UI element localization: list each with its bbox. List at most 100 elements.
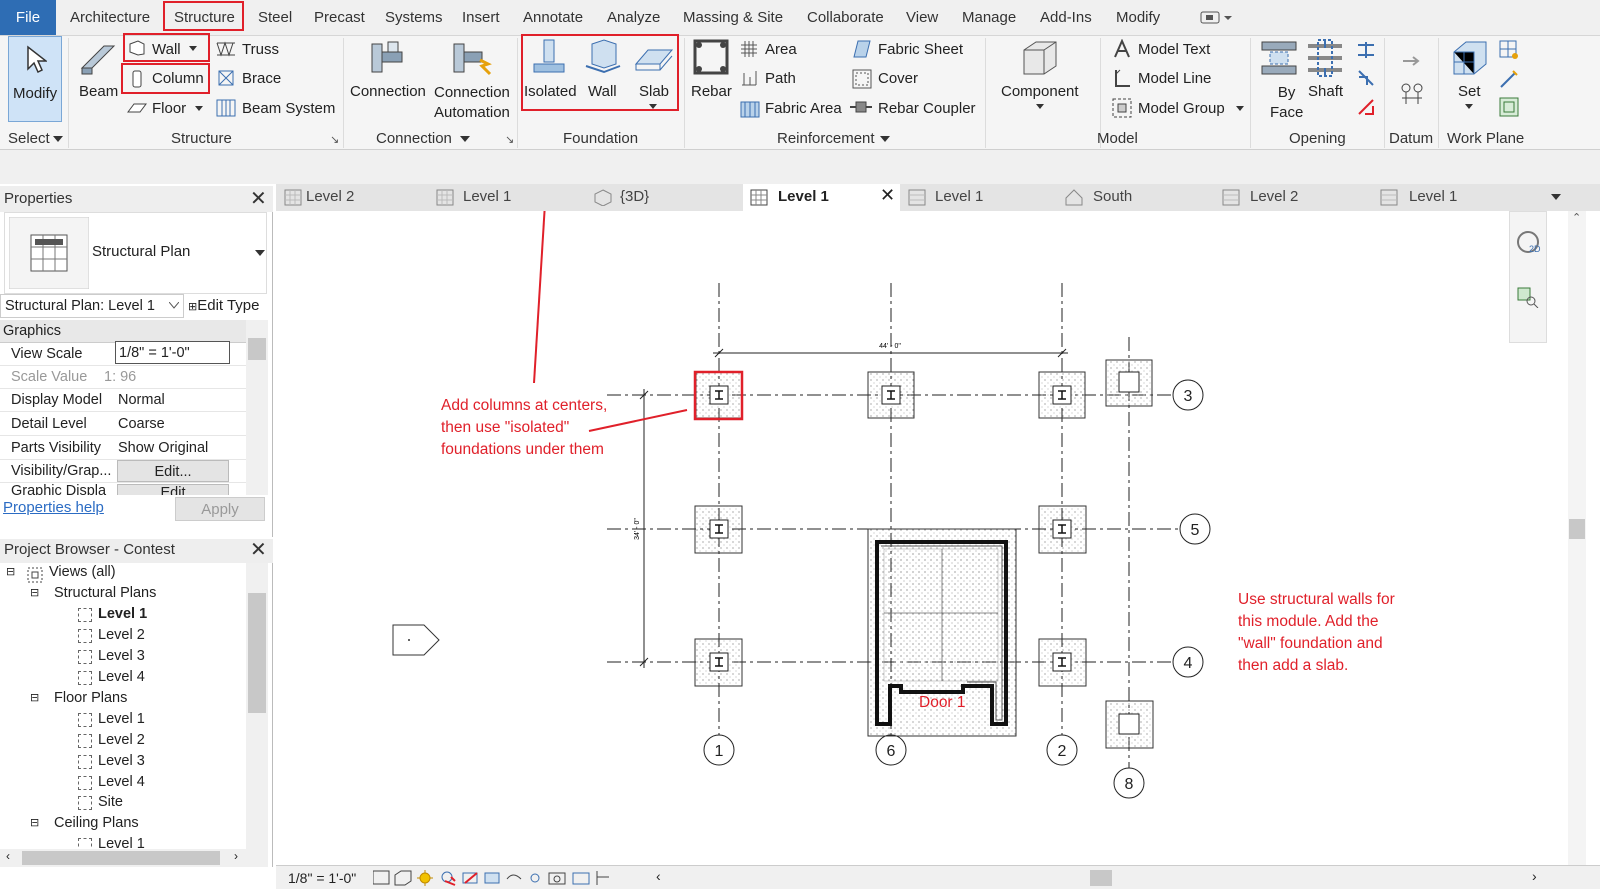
apply-button[interactable]: Apply	[175, 497, 265, 521]
graphic-display-edit-button[interactable]: Edit	[117, 484, 229, 495]
chevron-down-icon[interactable]	[1551, 193, 1561, 201]
view-control-icons[interactable]	[373, 869, 635, 887]
tab-level-1[interactable]: Level 1	[935, 188, 983, 205]
browser-hscrollbar[interactable]: ‹ ›	[0, 849, 268, 867]
menu-modify[interactable]: Modify	[1116, 9, 1160, 26]
tree-floor-level-3[interactable]: Level 3	[98, 753, 145, 769]
menu-collaborate[interactable]: Collaborate	[807, 9, 884, 26]
shaft-button[interactable]: Shaft	[1308, 83, 1343, 100]
cover-button[interactable]: Cover	[878, 70, 918, 87]
elevation-marker[interactable]	[392, 624, 440, 656]
canvas-vscrollbar[interactable]: ⌃	[1568, 211, 1586, 865]
close-icon[interactable]: ✕	[250, 186, 267, 211]
tab-south[interactable]: South	[1093, 188, 1132, 205]
model-group-button[interactable]: Model Group	[1138, 100, 1225, 117]
brace-button[interactable]: Brace	[242, 70, 281, 87]
rebar-coupler-button[interactable]: Rebar Coupler	[878, 100, 976, 117]
edit-type-button[interactable]: ⊞Edit Type	[188, 297, 259, 314]
properties-help-link[interactable]: Properties help	[3, 499, 104, 516]
truss-button[interactable]: Truss	[242, 41, 279, 58]
path-button[interactable]: Path	[765, 70, 796, 87]
tab-level-1[interactable]: Level 1	[463, 188, 511, 205]
chevron-down-icon[interactable]	[195, 106, 203, 112]
tree-floor-plans[interactable]: Floor Plans	[54, 690, 127, 706]
floor-button[interactable]: Floor	[152, 100, 186, 117]
tab-level-1[interactable]: Level 1	[1409, 188, 1457, 205]
set-button[interactable]: Set	[1458, 83, 1481, 100]
drawing-canvas[interactable]: 1 6 2 8 3 5 4 44' - 0" 34' - 0" Add colu…	[276, 211, 1586, 865]
chevron-down-icon[interactable]	[880, 135, 890, 143]
connection-automation-button[interactable]: Connection Automation	[434, 83, 510, 123]
menu-insert[interactable]: Insert	[462, 9, 500, 26]
tab-level-2[interactable]: Level 2	[306, 188, 354, 205]
by-face-button[interactable]: By Face	[1270, 83, 1303, 123]
modify-button[interactable]: Modify	[8, 36, 62, 122]
property-row[interactable]: Detail Level Coarse	[0, 413, 246, 436]
rebar-button[interactable]: Rebar	[691, 83, 732, 100]
menu-manage[interactable]: Manage	[962, 9, 1016, 26]
menu-add-ins[interactable]: Add-Ins	[1040, 9, 1092, 26]
tree-floor-level-2[interactable]: Level 2	[98, 732, 145, 748]
canvas-hscroll-thumb[interactable]	[1090, 870, 1112, 886]
tree-structural-level-3[interactable]: Level 3	[98, 648, 145, 664]
tree-structural-level-2[interactable]: Level 2	[98, 627, 145, 643]
file-tab[interactable]: File	[0, 0, 56, 35]
area-button[interactable]: Area	[765, 41, 797, 58]
instance-selector[interactable]: Structural Plan: Level 1	[0, 294, 184, 318]
view-toggle-icon[interactable]	[1200, 11, 1234, 25]
menu-systems[interactable]: Systems	[385, 9, 443, 26]
tree-floor-site[interactable]: Site	[98, 794, 123, 810]
connection-panel-label[interactable]: Connection	[376, 130, 452, 147]
panel-launcher-icon[interactable]: ↘	[330, 133, 339, 146]
view-scale-field[interactable]: 1/8" = 1'-0"	[115, 341, 230, 364]
chevron-down-icon[interactable]	[1036, 104, 1044, 110]
property-row[interactable]: Parts Visibility Show Original	[0, 437, 246, 460]
tree-ceiling-plans[interactable]: Ceiling Plans	[54, 815, 139, 831]
tree-structural-plans[interactable]: Structural Plans	[54, 585, 156, 601]
model-line-button[interactable]: Model Line	[1138, 70, 1211, 87]
tab-3d[interactable]: {3D}	[620, 188, 649, 205]
menu-annotate[interactable]: Annotate	[523, 9, 583, 26]
tree-structural-level-4[interactable]: Level 4	[98, 669, 145, 685]
chevron-down-icon[interactable]	[460, 135, 470, 143]
chevron-down-icon[interactable]	[1465, 104, 1473, 110]
scroll-left-icon[interactable]: ‹	[656, 868, 661, 884]
close-icon[interactable]: ✕	[250, 537, 267, 562]
chevron-down-icon[interactable]	[255, 249, 265, 257]
tree-structural-level-1[interactable]: Level 1	[98, 606, 147, 622]
graphics-section[interactable]: Graphics	[0, 320, 246, 343]
model-text-button[interactable]: Model Text	[1138, 41, 1210, 58]
browser-scrollbar[interactable]	[246, 563, 268, 849]
menu-precast[interactable]: Precast	[314, 9, 365, 26]
visibility-edit-button[interactable]: Edit...	[117, 460, 229, 482]
tree-floor-level-1[interactable]: Level 1	[98, 711, 145, 727]
tab-level-2[interactable]: Level 2	[1250, 188, 1298, 205]
menu-view[interactable]: View	[906, 9, 938, 26]
panel-launcher-icon[interactable]: ↘	[505, 133, 514, 146]
property-row[interactable]: Display Model Normal	[0, 389, 246, 412]
scroll-right-icon[interactable]: ›	[1532, 868, 1537, 884]
tree-floor-level-4[interactable]: Level 4	[98, 774, 145, 790]
reinforcement-panel-label[interactable]: Reinforcement	[777, 130, 875, 147]
menu-massing-site[interactable]: Massing & Site	[683, 9, 783, 26]
beam-button[interactable]: Beam	[79, 83, 118, 100]
close-icon[interactable]: ✕	[880, 185, 895, 206]
properties-scrollbar[interactable]	[246, 320, 268, 495]
zoom-icon[interactable]	[1516, 286, 1540, 308]
beam-system-button[interactable]: Beam System	[242, 100, 335, 117]
type-selector[interactable]: Structural Plan	[4, 212, 267, 294]
chevron-down-icon[interactable]	[1236, 106, 1244, 112]
fabric-area-button[interactable]: Fabric Area	[765, 100, 842, 117]
select-panel-label[interactable]: Select	[8, 130, 50, 147]
tree-views-all[interactable]: Views (all)	[49, 564, 116, 580]
chevron-down-icon[interactable]	[169, 302, 179, 310]
menu-steel[interactable]: Steel	[258, 9, 292, 26]
connection-button[interactable]: Connection	[350, 83, 426, 100]
steering-wheel-icon[interactable]: 2D	[1514, 230, 1542, 260]
component-button[interactable]: Component	[1001, 83, 1079, 100]
fabric-sheet-button[interactable]: Fabric Sheet	[878, 41, 963, 58]
menu-analyze[interactable]: Analyze	[607, 9, 660, 26]
chevron-down-icon[interactable]	[53, 135, 63, 143]
view-scale-control[interactable]: 1/8" = 1'-0"	[288, 870, 356, 886]
menu-architecture[interactable]: Architecture	[70, 9, 150, 26]
